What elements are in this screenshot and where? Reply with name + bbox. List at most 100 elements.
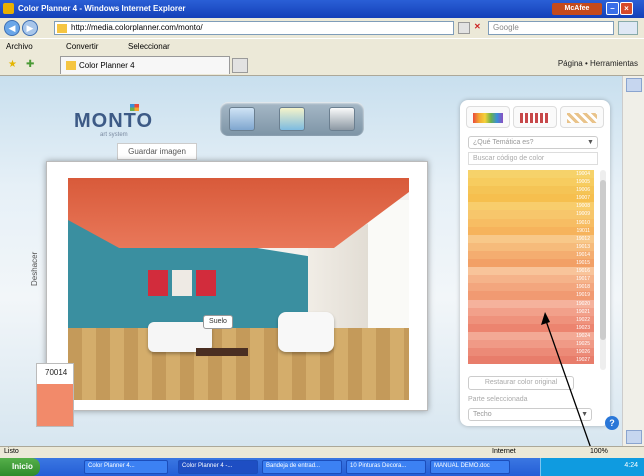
color-code-search[interactable]: Buscar código de color: [468, 152, 598, 165]
color-swatch-row[interactable]: 19007: [468, 194, 594, 203]
restore-original-button[interactable]: Restaurar color original: [468, 376, 574, 390]
zoom-level[interactable]: 100%: [590, 448, 608, 455]
paint-tool-button[interactable]: [279, 107, 305, 131]
save-image-button[interactable]: Guardar imagen: [117, 143, 197, 160]
floor-tooltip: Suelo: [203, 315, 233, 329]
color-swatch-row[interactable]: 19023: [468, 323, 594, 332]
tab-color-stripes[interactable]: [513, 106, 557, 128]
color-swatch-row[interactable]: 19022: [468, 315, 594, 324]
back-button[interactable]: ◀: [4, 20, 20, 36]
color-code: 19011: [576, 227, 590, 234]
color-swatch-row[interactable]: 19009: [468, 210, 594, 219]
spectrum-icon: [473, 113, 503, 123]
room-preview[interactable]: [68, 178, 409, 400]
color-swatch-row[interactable]: 19004: [468, 170, 594, 179]
color-swatch-row[interactable]: 19017: [468, 275, 594, 284]
color-code: 19024: [576, 332, 590, 339]
color-swatch-row[interactable]: 19012: [468, 234, 594, 243]
app-content: MONTO art system Guardar imagen Deshacer…: [0, 76, 622, 446]
selected-part-select[interactable]: Techo ▼: [468, 408, 592, 421]
selected-part-value: Techo: [473, 411, 492, 418]
menu-archivo[interactable]: Archivo: [6, 42, 33, 51]
floor-area[interactable]: [68, 328, 409, 400]
color-swatch-row[interactable]: 19021: [468, 307, 594, 316]
tool-palette: [220, 102, 364, 136]
color-swatch-row[interactable]: 19019: [468, 291, 594, 300]
color-swatch-row[interactable]: 19020: [468, 299, 594, 308]
armchair-right: [278, 312, 334, 352]
taskbar-item[interactable]: Color Planner 4...: [84, 460, 168, 474]
menu-bar: Archivo Convertir Seleccionar: [0, 38, 644, 54]
security-zone: Internet: [492, 448, 516, 455]
taskbar-item[interactable]: Color Planner 4 -...: [178, 460, 258, 474]
tab-color-planner[interactable]: Color Planner 4: [60, 56, 230, 74]
color-swatch-row[interactable]: 19027: [468, 356, 594, 365]
color-swatch-row[interactable]: 19005: [468, 178, 594, 187]
collection-select[interactable]: ¿Qué Temática es? ▼: [468, 136, 598, 149]
menu-seleccionar[interactable]: Seleccionar: [128, 42, 170, 51]
tab-color-textures[interactable]: [560, 106, 604, 128]
logo-text: MONTO: [74, 110, 154, 132]
close-button[interactable]: ×: [620, 2, 633, 15]
status-text: Listo: [4, 448, 19, 455]
color-code: 19004: [576, 171, 590, 177]
color-list-scrollbar[interactable]: [600, 170, 606, 370]
color-code: 19013: [576, 243, 590, 250]
add-favorite-icon[interactable]: ✚: [26, 59, 34, 70]
art-panel-red-2: [196, 270, 216, 296]
color-swatch-row[interactable]: 19013: [468, 242, 594, 251]
clock: 4:24: [624, 462, 638, 469]
minimize-button[interactable]: –: [606, 2, 619, 15]
url-dropdown[interactable]: [458, 22, 470, 34]
color-code: 19026: [576, 349, 590, 356]
color-swatch-row[interactable]: 19016: [468, 267, 594, 276]
swatch-code: 70014: [45, 368, 68, 377]
menu-convertir[interactable]: Convertir: [66, 42, 98, 51]
help-button[interactable]: ?: [605, 416, 619, 430]
monto-logo: MONTO art system: [74, 104, 154, 138]
art-panel-white: [172, 270, 192, 296]
status-bar: Listo Internet 100%: [0, 446, 644, 458]
color-swatch-row[interactable]: 19010: [468, 218, 594, 227]
taskbar-item[interactable]: 10 Pinturas Decora...: [346, 460, 426, 474]
taskbar-item[interactable]: MANUAL DEMO.doc: [430, 460, 510, 474]
taskbar-item[interactable]: Bandeja de entrad...: [262, 460, 342, 474]
undo-label[interactable]: Deshacer: [30, 252, 39, 286]
color-code: 19018: [576, 284, 590, 291]
color-swatch-row[interactable]: 19026: [468, 348, 594, 357]
stop-icon[interactable]: ✕: [474, 22, 481, 31]
search-button[interactable]: [618, 21, 638, 35]
mcafee-button[interactable]: McAfee: [552, 3, 602, 15]
system-tray: 4:24: [540, 458, 644, 476]
color-code: 19010: [576, 219, 590, 226]
image-gallery-button[interactable]: [229, 107, 255, 131]
url-input[interactable]: http://media.colorplanner.com/monto/: [54, 21, 454, 35]
color-swatch-row[interactable]: 19006: [468, 186, 594, 195]
scroll-up-arrow[interactable]: [626, 78, 642, 92]
tab-color-spectrum[interactable]: [466, 106, 510, 128]
color-swatch-row[interactable]: 19015: [468, 259, 594, 268]
color-swatch-row[interactable]: 19014: [468, 250, 594, 260]
page-scrollbar[interactable]: [622, 76, 644, 446]
palette-tabs: [466, 106, 604, 130]
toolbar-tools[interactable]: Página • Herramientas: [558, 59, 638, 68]
scroll-down-arrow[interactable]: [626, 430, 642, 444]
color-swatch-row[interactable]: 19024: [468, 331, 594, 340]
scroll-thumb[interactable]: [600, 180, 606, 340]
stripes-icon: [520, 113, 550, 123]
search-input[interactable]: Google: [488, 21, 614, 35]
start-button[interactable]: Inicio: [0, 458, 40, 476]
color-code: 19014: [576, 251, 590, 258]
search-placeholder: Google: [493, 23, 519, 32]
new-tab-button[interactable]: [232, 58, 248, 73]
forward-button[interactable]: ▶: [22, 20, 38, 36]
color-swatch-row[interactable]: 19025: [468, 339, 594, 349]
color-swatch-row[interactable]: 19008: [468, 202, 594, 211]
color-swatch-row[interactable]: 19011: [468, 226, 594, 235]
favorites-star-icon[interactable]: ★: [8, 59, 17, 70]
color-list: 19004 19005 19006 19007 19008 19009 19010 19011…: [468, 170, 594, 370]
window-light: [368, 200, 409, 336]
print-button[interactable]: [329, 107, 355, 131]
color-swatch-row[interactable]: 19018: [468, 283, 594, 292]
tab-favicon: [66, 61, 76, 70]
